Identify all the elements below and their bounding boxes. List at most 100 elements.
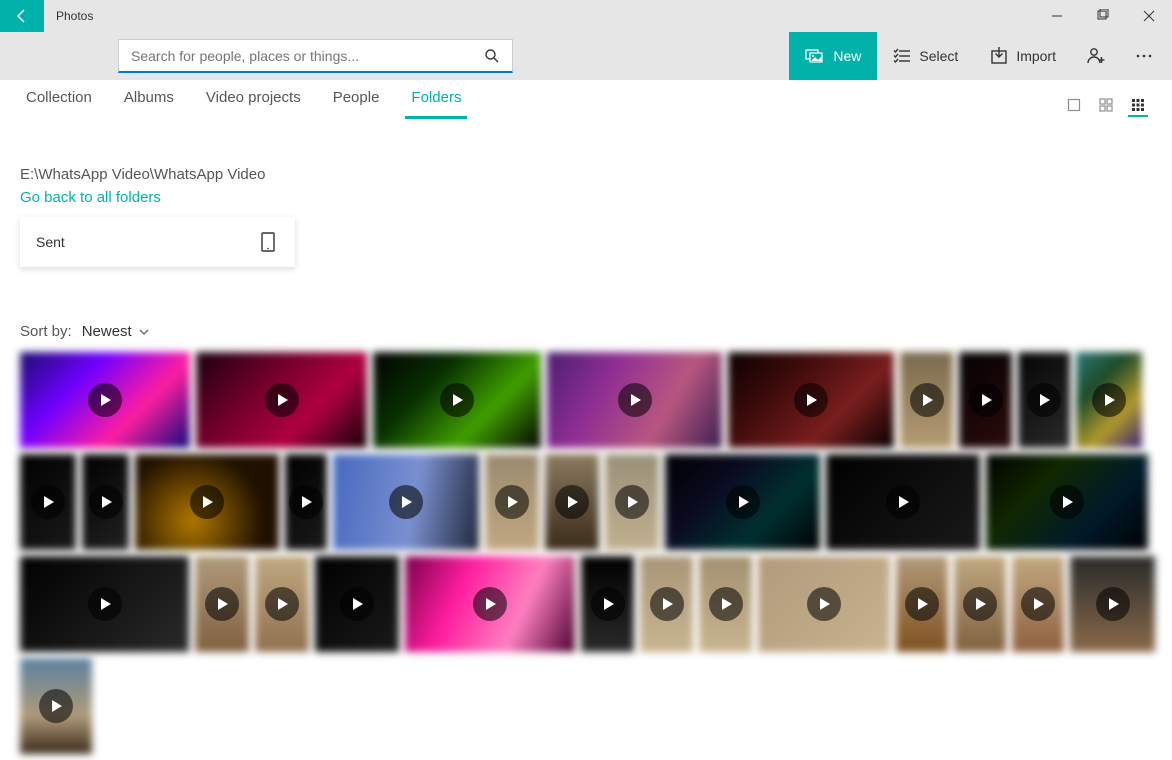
play-icon — [340, 587, 374, 621]
more-button[interactable] — [1120, 32, 1168, 80]
play-icon — [618, 383, 652, 417]
account-button[interactable] — [1072, 32, 1120, 80]
video-thumbnail[interactable] — [640, 556, 693, 652]
play-icon — [1021, 587, 1055, 621]
play-icon — [289, 485, 323, 519]
video-thumbnail[interactable] — [196, 352, 367, 448]
back-to-folders-link[interactable]: Go back to all folders — [20, 189, 161, 206]
video-thumbnail[interactable] — [20, 658, 92, 754]
minimize-button[interactable] — [1034, 0, 1080, 32]
play-icon — [265, 383, 299, 417]
video-thumbnail[interactable] — [20, 352, 190, 448]
play-icon — [963, 587, 997, 621]
video-thumbnail[interactable] — [1070, 556, 1155, 652]
video-thumbnail[interactable] — [959, 352, 1012, 448]
select-button[interactable]: Select — [877, 32, 974, 80]
tab-albums[interactable]: Albums — [118, 81, 180, 119]
video-thumbnail[interactable] — [285, 454, 327, 550]
search-box[interactable] — [118, 39, 513, 73]
video-thumbnail[interactable] — [82, 454, 129, 550]
play-icon — [31, 485, 65, 519]
video-thumbnail[interactable] — [986, 454, 1148, 550]
new-button-label: New — [833, 48, 861, 64]
play-icon — [910, 383, 944, 417]
video-thumbnail[interactable] — [333, 454, 479, 550]
video-thumbnail[interactable] — [900, 352, 953, 448]
play-icon — [1050, 485, 1084, 519]
video-thumbnail[interactable] — [545, 454, 599, 550]
sortby-value: Newest — [82, 323, 132, 340]
play-icon — [650, 587, 684, 621]
more-icon — [1135, 47, 1153, 65]
video-thumbnail[interactable] — [1012, 556, 1064, 652]
tab-label: Collection — [26, 89, 92, 106]
view-grid-icon — [1099, 98, 1113, 112]
view-grid-button[interactable] — [1096, 95, 1116, 115]
select-icon — [893, 47, 911, 65]
tab-label: Folders — [411, 89, 461, 106]
video-thumbnail[interactable] — [1076, 352, 1142, 448]
import-button-label: Import — [1016, 48, 1056, 64]
breadcrumb-path: E:\WhatsApp Video\WhatsApp Video — [20, 166, 1152, 183]
thumbnail-row — [20, 352, 1152, 448]
video-thumbnail[interactable] — [315, 556, 399, 652]
video-thumbnail[interactable] — [699, 556, 752, 652]
sortby-label: Sort by: — [20, 323, 72, 340]
tab-video-projects[interactable]: Video projects — [200, 81, 307, 119]
view-single-icon — [1067, 98, 1081, 112]
play-icon — [886, 485, 920, 519]
video-thumbnail[interactable] — [20, 454, 76, 550]
play-icon — [555, 485, 589, 519]
view-smallgrid-button[interactable] — [1128, 97, 1148, 117]
video-thumbnail[interactable] — [135, 454, 279, 550]
new-button[interactable]: New — [789, 32, 877, 80]
play-icon — [440, 383, 474, 417]
view-single-button[interactable] — [1064, 95, 1084, 115]
video-thumbnail[interactable] — [547, 352, 722, 448]
video-thumbnail[interactable] — [373, 352, 541, 448]
back-button[interactable] — [0, 0, 44, 32]
video-thumbnail[interactable] — [826, 454, 980, 550]
tab-collection[interactable]: Collection — [20, 81, 98, 119]
video-thumbnail[interactable] — [954, 556, 1006, 652]
play-icon — [389, 485, 423, 519]
video-thumbnail[interactable] — [665, 454, 820, 550]
play-icon — [807, 587, 841, 621]
search-button[interactable] — [472, 40, 512, 71]
video-thumbnail[interactable] — [20, 556, 189, 652]
thumbnail-row — [20, 556, 1152, 652]
video-thumbnail[interactable] — [758, 556, 890, 652]
tab-people[interactable]: People — [327, 81, 386, 119]
sortby-dropdown[interactable]: Newest — [82, 323, 150, 340]
thumbnail-grid — [20, 352, 1152, 754]
maximize-button[interactable] — [1080, 0, 1126, 32]
video-thumbnail[interactable] — [581, 556, 634, 652]
subfolder-label: Sent — [36, 234, 65, 250]
close-button[interactable] — [1126, 0, 1172, 32]
select-button-label: Select — [919, 48, 958, 64]
play-icon — [473, 587, 507, 621]
video-thumbnail[interactable] — [405, 556, 575, 652]
account-icon — [1086, 46, 1106, 66]
video-thumbnail[interactable] — [896, 556, 948, 652]
tab-folders[interactable]: Folders — [405, 81, 467, 119]
video-thumbnail[interactable] — [1018, 352, 1070, 448]
chevron-down-icon — [138, 326, 150, 338]
search-input[interactable] — [119, 48, 472, 64]
subfolder-sent[interactable]: Sent — [20, 217, 295, 267]
play-icon — [726, 485, 760, 519]
play-icon — [969, 383, 1003, 417]
app-title: Photos — [44, 9, 93, 23]
new-icon — [805, 46, 825, 66]
video-thumbnail[interactable] — [485, 454, 539, 550]
thumbnail-row — [20, 658, 1152, 754]
play-icon — [1092, 383, 1126, 417]
video-thumbnail[interactable] — [605, 454, 659, 550]
play-icon — [615, 485, 649, 519]
tab-label: Video projects — [206, 89, 301, 106]
play-icon — [205, 587, 239, 621]
video-thumbnail[interactable] — [195, 556, 249, 652]
import-button[interactable]: Import — [974, 32, 1072, 80]
video-thumbnail[interactable] — [255, 556, 309, 652]
video-thumbnail[interactable] — [728, 352, 894, 448]
